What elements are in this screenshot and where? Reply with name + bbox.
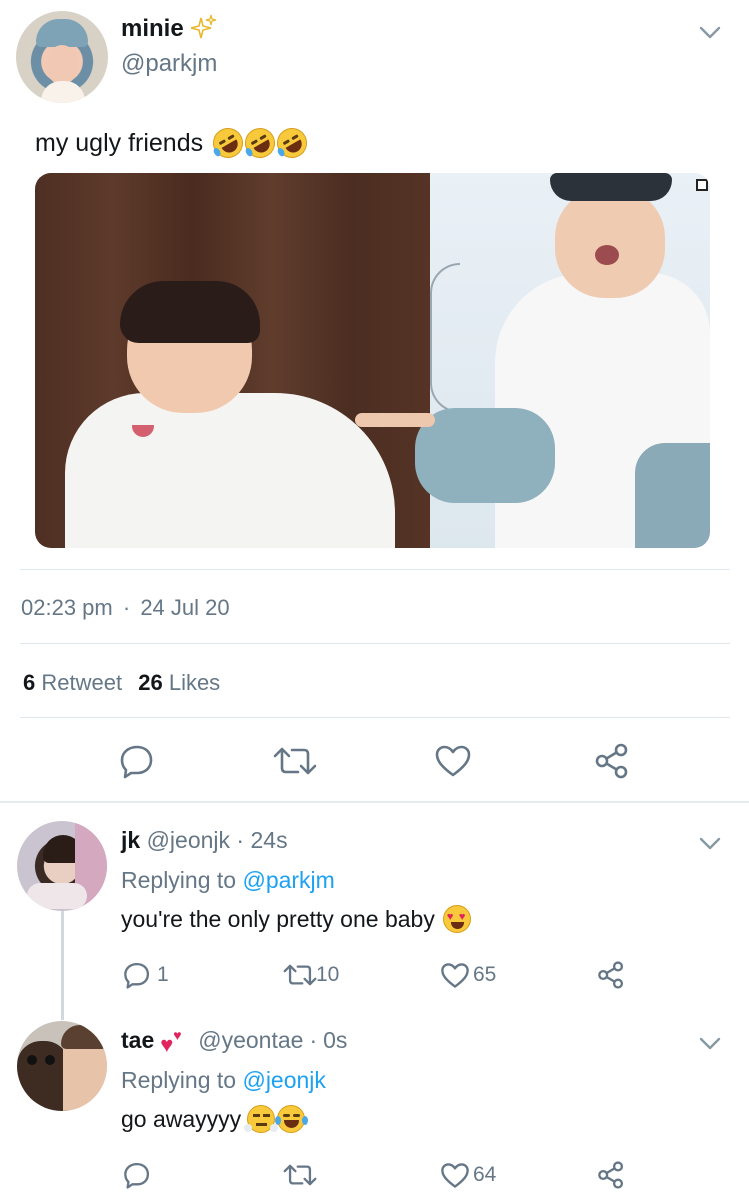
reply-1-avatar[interactable]: [17, 821, 107, 911]
like-heart-icon[interactable]: [440, 1162, 470, 1189]
reply-1-author-name[interactable]: jk: [121, 827, 140, 853]
tears-of-joy-emoji: [275, 1105, 309, 1133]
reply-2-text-row: go awayyyy: [121, 1105, 309, 1133]
main-tweet-text-row: my ugly friends: [35, 122, 313, 164]
reply-1-time: 24s: [250, 827, 288, 853]
main-tweet-author-name[interactable]: minie: [121, 15, 184, 43]
replying-to-link[interactable]: @parkjm: [242, 867, 334, 893]
share-icon[interactable]: [594, 743, 630, 779]
reply-1-header: jk @jeonjk · 24s: [121, 827, 288, 854]
reply-1-reply-count: 1: [157, 963, 169, 986]
reply-1-retweet-count: 10: [316, 963, 340, 986]
like-heart-icon[interactable]: [434, 744, 472, 778]
separator: ·: [309, 1027, 318, 1053]
replying-to-link[interactable]: @jeonjk: [242, 1067, 325, 1093]
reply-1-replying-to: Replying to @parkjm: [121, 867, 335, 894]
rolling-laughing-emoji: [271, 122, 313, 164]
tweet-date: 24 Jul 20: [140, 595, 230, 620]
main-tweet-avatar[interactable]: [16, 11, 108, 103]
retweet-stat[interactable]: 6 Retweet: [23, 670, 122, 695]
retweet-icon[interactable]: [282, 1162, 318, 1188]
separator: ·: [236, 827, 245, 853]
reply-1-text-row: you're the only pretty one baby ♥ ♥: [121, 905, 471, 933]
retweet-count: 6: [23, 670, 36, 695]
chevron-down-icon[interactable]: [699, 26, 721, 40]
tweet-stats: 6 Retweet 26 Likes: [23, 670, 220, 696]
retweet-label: Retweet: [41, 670, 123, 695]
rolling-laughing-emoji: [239, 122, 281, 164]
section-divider: [0, 801, 749, 803]
divider: [20, 643, 730, 644]
likes-stat[interactable]: 26 Likes: [138, 670, 220, 695]
reply-2-time: 0s: [323, 1027, 348, 1053]
reply-icon[interactable]: [123, 1161, 151, 1189]
reply-1-text: you're the only pretty one baby: [121, 905, 435, 932]
divider: [20, 717, 730, 718]
separator: ·: [122, 595, 131, 620]
share-icon[interactable]: [597, 1161, 625, 1189]
reply-2-replying-to: Replying to @jeonjk: [121, 1067, 326, 1094]
heart-eyes-emoji: ♥ ♥: [442, 905, 471, 933]
main-tweet-author-handle[interactable]: @parkjm: [121, 50, 217, 78]
chevron-down-icon[interactable]: [699, 837, 721, 851]
replying-to-label: Replying to: [121, 1067, 237, 1093]
reply-1-author-handle[interactable]: @jeonjk: [147, 827, 230, 853]
reply-2-avatar[interactable]: [17, 1021, 107, 1111]
retweet-icon[interactable]: [272, 744, 318, 778]
chevron-down-icon[interactable]: [699, 1037, 721, 1051]
sparkles-icon: [191, 14, 217, 39]
tweet-timestamp: 02:23 pm · 24 Jul 20: [21, 595, 230, 621]
main-tweet-emojis: [207, 122, 313, 164]
replying-to-label: Replying to: [121, 867, 237, 893]
reply-1-like-count: 65: [473, 963, 497, 986]
reply-2-text: go awayyyy: [121, 1105, 242, 1132]
thread-connector-line: [61, 910, 64, 1020]
steam-nose-emoji: [244, 1105, 279, 1133]
like-heart-icon[interactable]: [440, 962, 470, 989]
share-icon[interactable]: [597, 961, 625, 989]
reply-icon[interactable]: [119, 743, 155, 779]
tweet-time: 02:23 pm: [21, 595, 113, 620]
main-tweet-text: my ugly friends: [35, 128, 204, 157]
tweet-media-image[interactable]: [35, 173, 710, 548]
reply-2-author-name[interactable]: tae: [121, 1027, 154, 1054]
reply-2-header: tae ♥ ♥ @yeontae · 0s: [121, 1026, 348, 1057]
rolling-laughing-emoji: [207, 122, 249, 164]
reply-2-author-handle[interactable]: @yeontae: [198, 1027, 303, 1054]
divider: [20, 569, 730, 570]
likes-count: 26: [138, 670, 163, 695]
revolving-hearts-icon: ♥ ♥: [160, 1026, 182, 1057]
retweet-icon[interactable]: [282, 962, 318, 988]
reply-2-like-count: 64: [473, 1163, 497, 1186]
reply-icon[interactable]: [123, 961, 151, 989]
likes-label: Likes: [168, 670, 221, 695]
